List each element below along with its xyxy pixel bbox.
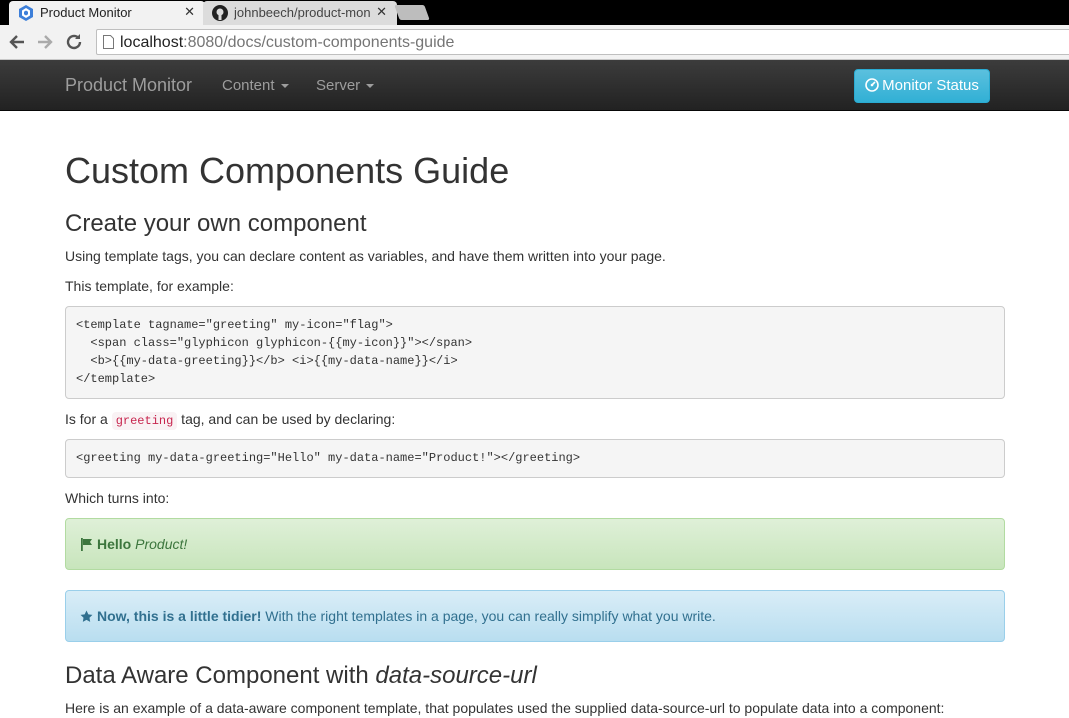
tab-product-monitor[interactable]: Product Monitor ✕ xyxy=(9,1,205,25)
result-greeting: Hello xyxy=(97,536,132,552)
tab-github[interactable]: johnbeech/product-monitor ✕ xyxy=(203,1,397,25)
tip-bold-text: Now, this is a little tidier! xyxy=(97,608,262,624)
section-heading-data-aware: Data Aware Component with data-source-ur… xyxy=(65,662,537,690)
reload-icon[interactable] xyxy=(63,31,85,53)
usage-text: Is for a greeting tag, and can be used b… xyxy=(65,409,395,431)
flag-icon xyxy=(81,538,92,551)
back-icon[interactable] xyxy=(6,31,28,53)
page-title: Custom Components Guide xyxy=(65,150,510,191)
product-monitor-favicon-icon xyxy=(19,5,33,21)
caret-down-icon xyxy=(280,84,289,89)
example-label: This template, for example: xyxy=(65,278,234,294)
template-code-block: <template tagname="greeting" my-icon="fl… xyxy=(65,306,1005,399)
usage-code-block: <greeting my-data-greeting="Hello" my-da… xyxy=(65,439,1005,478)
browser-toolbar: localhost:8080/docs/custom-components-gu… xyxy=(0,25,1069,60)
app-navbar: Product Monitor Content Server Monitor S… xyxy=(0,60,1069,111)
data-aware-intro: Here is an example of a data-aware compo… xyxy=(65,700,945,716)
tip-alert: Now, this is a little tidier! With the r… xyxy=(65,590,1005,642)
usage-after: tag, and can be used by declaring: xyxy=(177,411,396,427)
close-icon[interactable]: ✕ xyxy=(184,4,195,20)
url-text: localhost:8080/docs/custom-components-gu… xyxy=(120,34,454,52)
star-icon xyxy=(80,610,93,622)
address-bar[interactable]: localhost:8080/docs/custom-components-gu… xyxy=(96,29,1069,55)
content-menu-label: Content xyxy=(222,77,275,94)
caret-down-icon xyxy=(366,84,375,89)
server-menu[interactable]: Server xyxy=(316,77,375,94)
new-tab-button[interactable] xyxy=(394,5,430,20)
url-host: localhost xyxy=(120,34,184,51)
content-menu[interactable]: Content xyxy=(222,77,289,94)
browser-tab-strip: Product Monitor ✕ johnbeech/product-moni… xyxy=(0,0,1069,25)
url-path: :8080/docs/custom-components-guide xyxy=(183,34,455,51)
intro-text: Using template tags, you can declare con… xyxy=(65,248,666,264)
section-heading-create: Create your own component xyxy=(65,210,367,237)
forward-icon[interactable] xyxy=(34,31,56,53)
tab-title: Product Monitor xyxy=(40,5,132,20)
greeting-result-alert: Hello Product! xyxy=(65,518,1005,570)
dashboard-icon xyxy=(865,78,879,92)
tab-title: johnbeech/product-monitor xyxy=(234,5,370,20)
greeting-tag-code: greeting xyxy=(111,412,178,430)
usage-before: Is for a xyxy=(65,411,112,427)
github-icon xyxy=(212,5,228,21)
monitor-status-label: Monitor Status xyxy=(882,77,979,94)
tip-text: With the right templates in a page, you … xyxy=(261,608,716,624)
monitor-status-button[interactable]: Monitor Status xyxy=(854,69,990,103)
result-name: Product! xyxy=(135,536,188,552)
close-icon[interactable]: ✕ xyxy=(376,4,387,20)
page-icon xyxy=(103,35,114,49)
server-menu-label: Server xyxy=(316,77,361,94)
heading-italic: data-source-url xyxy=(375,662,537,689)
brand-link[interactable]: Product Monitor xyxy=(65,75,192,96)
turns-into-label: Which turns into: xyxy=(65,490,170,506)
heading-plain: Data Aware Component with xyxy=(65,662,376,689)
